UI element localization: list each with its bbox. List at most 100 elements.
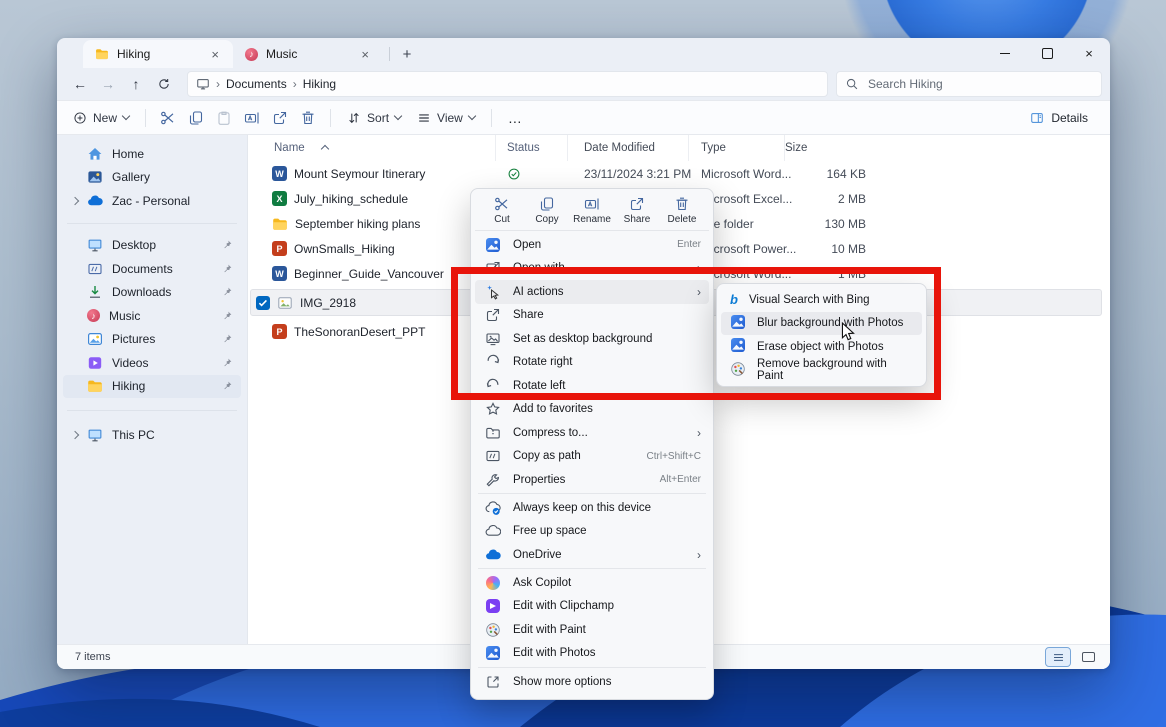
menu-item-open-with[interactable]: Open with › — [475, 257, 709, 281]
sidebar-item-gallery[interactable]: Gallery — [63, 166, 241, 190]
expand-chevron-icon[interactable] — [71, 431, 79, 439]
sidebar-item-hiking[interactable]: Hiking — [63, 375, 241, 399]
menu-item-onedrive[interactable]: OneDrive › — [475, 543, 709, 567]
new-button[interactable]: New — [65, 107, 137, 129]
share-button[interactable] — [266, 106, 294, 130]
sidebar-item-pictures[interactable]: Pictures — [63, 328, 241, 352]
desktop-background-icon — [485, 331, 501, 347]
item-count: 7 items — [75, 651, 110, 663]
submenu-item-blur-background-photos[interactable]: Blur background with Photos — [721, 312, 922, 336]
tab-music[interactable]: ♪ Music × — [233, 40, 383, 68]
view-toggles — [1046, 648, 1100, 666]
menu-item-set-desktop-background[interactable]: Set as desktop background — [475, 327, 709, 351]
rename-button[interactable] — [238, 106, 266, 130]
minimize-button[interactable] — [984, 38, 1026, 68]
menu-item-edit-with-paint[interactable]: Edit with Paint — [475, 618, 709, 642]
sidebar-item-music[interactable]: ♪ Music — [63, 304, 241, 328]
delete-button[interactable] — [294, 106, 322, 130]
up-button[interactable]: ↑ — [123, 72, 149, 96]
more-options-icon[interactable]: … — [500, 110, 531, 126]
column-header-name[interactable]: Name — [248, 135, 496, 161]
file-row[interactable]: WMount Seymour Itinerary 23/11/2024 3:21… — [248, 161, 1110, 186]
paste-button[interactable] — [210, 106, 238, 130]
sort-button[interactable]: Sort — [339, 107, 409, 129]
sidebar-item-desktop[interactable]: Desktop — [63, 234, 241, 258]
chevron-right-icon: › — [697, 262, 701, 274]
onedrive-cloud-icon — [485, 547, 501, 563]
details-label: Details — [1051, 111, 1088, 125]
tab-close-icon[interactable]: × — [357, 47, 373, 62]
star-icon — [485, 401, 501, 417]
sidebar-item-downloads[interactable]: Downloads — [63, 281, 241, 305]
view-button[interactable]: View — [409, 107, 483, 129]
column-header-type[interactable]: Type — [689, 135, 785, 161]
menu-item-ai-actions[interactable]: AI actions › — [475, 280, 709, 304]
toolbar-separator — [145, 109, 146, 127]
menu-item-show-more-options[interactable]: Show more options — [475, 670, 709, 694]
refresh-button[interactable] — [151, 72, 177, 96]
close-button[interactable]: × — [1068, 38, 1110, 68]
chevron-right-icon: › — [216, 77, 220, 91]
submenu-item-visual-search-bing[interactable]: b Visual Search with Bing — [721, 288, 922, 312]
delete-quick-button[interactable]: Delete — [661, 196, 703, 225]
menu-item-ask-copilot[interactable]: Ask Copilot — [475, 571, 709, 595]
tab-close-icon[interactable]: × — [207, 47, 223, 62]
sidebar-divider — [67, 410, 237, 411]
menu-item-rotate-right[interactable]: Rotate right — [475, 351, 709, 375]
details-view-toggle[interactable] — [1046, 648, 1070, 666]
sidebar-item-documents[interactable]: Documents — [63, 257, 241, 281]
cut-button[interactable] — [154, 106, 182, 130]
sidebar-item-onedrive-personal[interactable]: Zac - Personal — [63, 189, 241, 213]
copy-button[interactable] — [182, 106, 210, 130]
menu-item-rotate-left[interactable]: Rotate left — [475, 374, 709, 398]
search-box[interactable] — [836, 71, 1102, 97]
menu-item-compress-to[interactable]: Compress to... › — [475, 421, 709, 445]
breadcrumb-documents[interactable]: Documents — [226, 77, 287, 91]
menu-item-always-keep-on-device[interactable]: Always keep on this device — [475, 496, 709, 520]
maximize-button[interactable] — [1026, 38, 1068, 68]
sidebar-item-this-pc[interactable]: This PC — [63, 423, 241, 447]
pin-icon — [221, 239, 233, 251]
back-button[interactable]: ← — [67, 72, 93, 96]
tab-hiking[interactable]: Hiking × — [83, 40, 233, 68]
menu-item-add-to-favorites[interactable]: Add to favorites — [475, 398, 709, 422]
selected-checkbox[interactable] — [256, 296, 270, 310]
search-input[interactable] — [866, 76, 1093, 92]
breadcrumb[interactable]: › Documents › Hiking — [187, 71, 828, 97]
expand-chevron-icon[interactable] — [71, 197, 79, 205]
folder-icon — [272, 216, 288, 232]
menu-item-edit-with-clipchamp[interactable]: Edit with Clipchamp — [475, 595, 709, 619]
maximize-icon — [1042, 48, 1053, 59]
submenu-item-erase-object-photos[interactable]: Erase object with Photos — [721, 335, 922, 359]
new-tab-button[interactable]: + — [396, 43, 418, 65]
tab-separator — [389, 47, 390, 61]
menu-item-share[interactable]: Share — [475, 304, 709, 328]
copy-quick-button[interactable]: Copy — [526, 196, 568, 225]
sidebar-item-videos[interactable]: Videos — [63, 351, 241, 375]
cut-quick-button[interactable]: Cut — [481, 196, 523, 225]
powerpoint-file-icon: P — [272, 324, 287, 339]
share-quick-button[interactable]: Share — [616, 196, 658, 225]
thumbnail-view-toggle[interactable] — [1076, 648, 1100, 666]
photos-icon — [730, 314, 746, 333]
forward-button[interactable]: → — [95, 72, 121, 96]
chevron-right-icon: › — [697, 549, 701, 561]
breadcrumb-hiking[interactable]: Hiking — [303, 77, 336, 91]
rename-quick-button[interactable]: Rename — [571, 196, 613, 225]
menu-item-open[interactable]: Open Enter — [475, 233, 709, 257]
column-header-status[interactable]: Status — [496, 135, 568, 161]
sidebar-item-home[interactable]: Home — [63, 142, 241, 166]
cloud-check-icon — [485, 500, 501, 516]
column-header-size[interactable]: Size — [785, 135, 892, 161]
music-icon: ♪ — [87, 309, 100, 322]
details-pane-button[interactable]: Details — [1024, 107, 1094, 129]
column-headers: Name Status Date Modified Type Size — [248, 135, 1110, 161]
desktop: Hiking × ♪ Music × + × ← → ↑ — [0, 0, 1166, 727]
column-header-date-modified[interactable]: Date Modified — [568, 135, 689, 161]
menu-item-free-up-space[interactable]: Free up space — [475, 520, 709, 544]
submenu-item-remove-background-paint[interactable]: Remove background with Paint — [721, 359, 922, 383]
menu-item-copy-as-path[interactable]: Copy as path Ctrl+Shift+C — [475, 445, 709, 469]
menu-item-properties[interactable]: Properties Alt+Enter — [475, 468, 709, 492]
navigation-bar: ← → ↑ › Documents › Hiking — [57, 68, 1110, 100]
menu-item-edit-with-photos[interactable]: Edit with Photos — [475, 642, 709, 666]
